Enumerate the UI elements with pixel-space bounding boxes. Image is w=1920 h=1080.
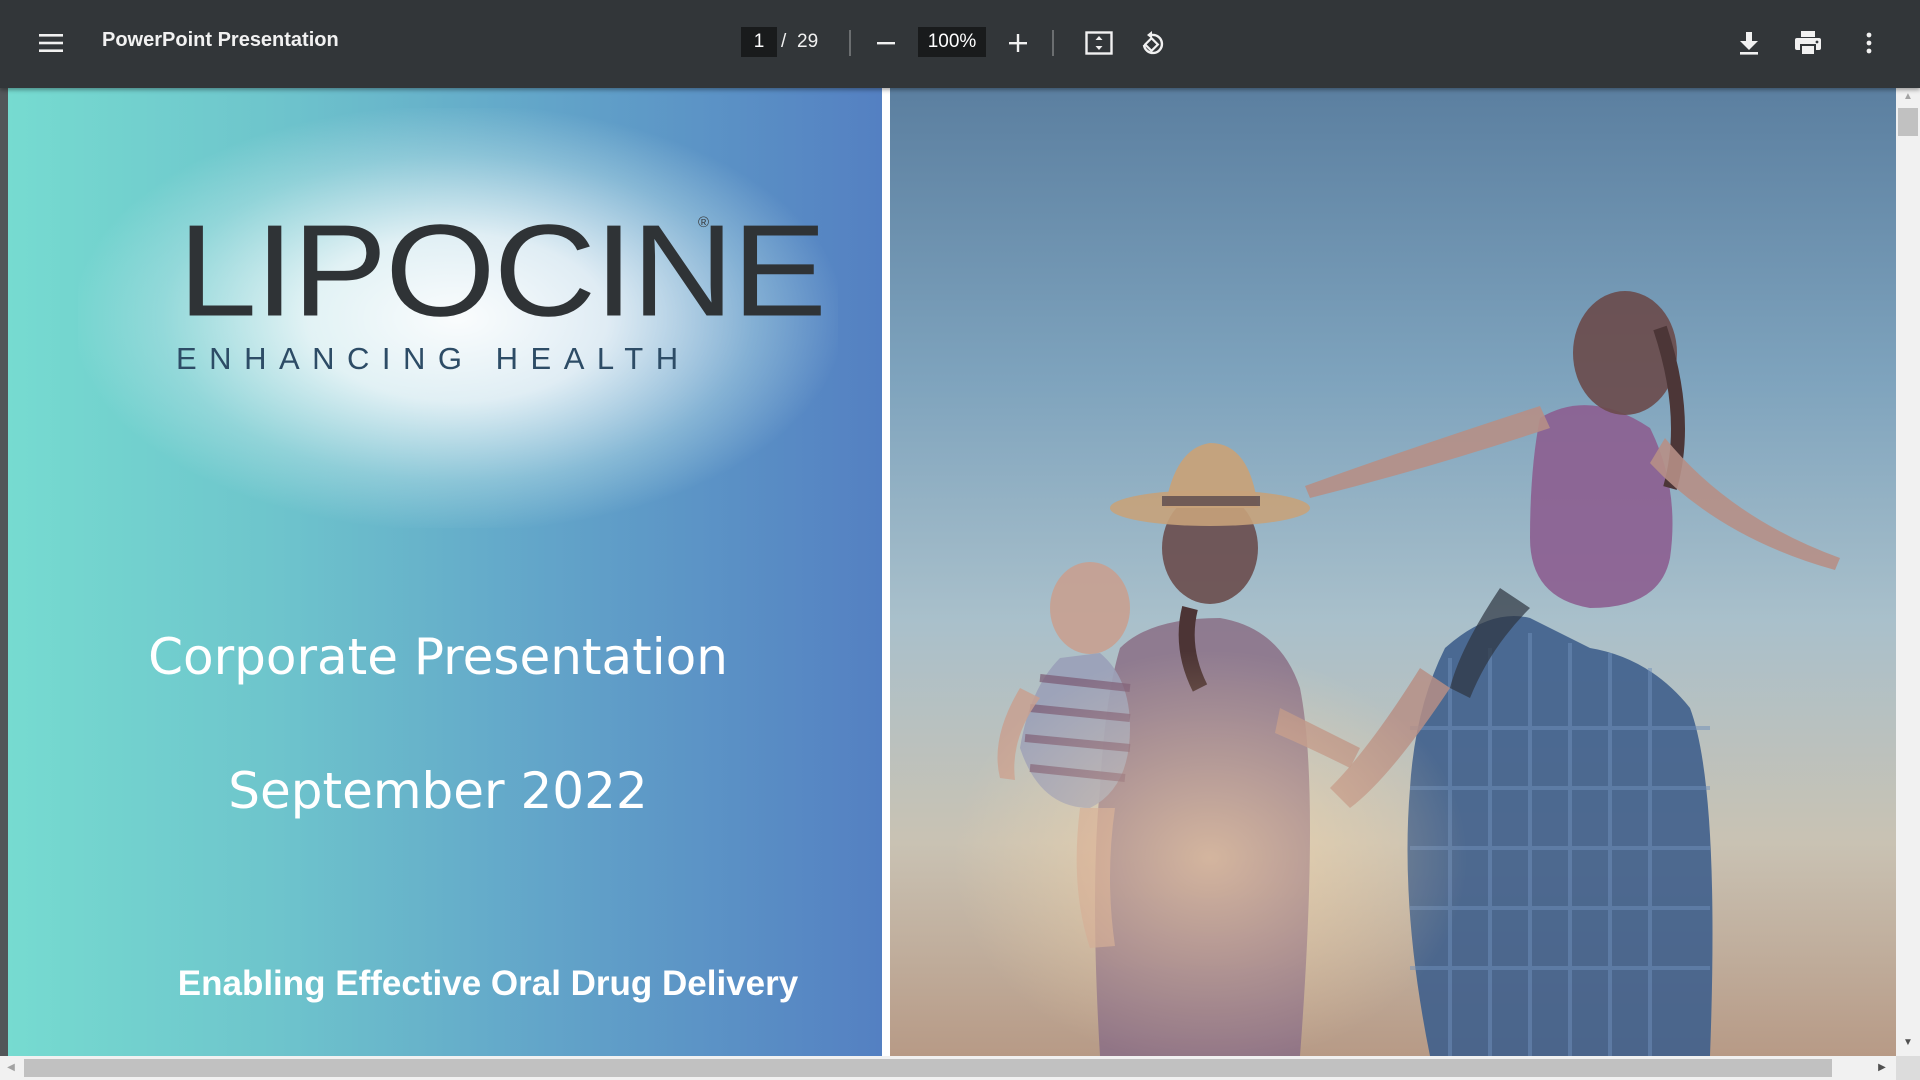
lipocine-logo: LIPOCINE <box>178 197 827 344</box>
print-button[interactable] <box>1787 22 1829 64</box>
page-separator: / <box>781 31 787 52</box>
slide-left-panel: LIPOCINE ® ENHANCING HEALTH Corporate Pr… <box>8 88 882 1056</box>
scroll-corner <box>1896 1056 1920 1080</box>
zoom-level-input[interactable] <box>918 27 986 57</box>
toolbar-divider <box>849 30 851 56</box>
scroll-left-arrow-icon[interactable]: ◀ <box>0 1056 22 1080</box>
fit-to-page-icon <box>1085 31 1113 55</box>
rotate-icon <box>1142 31 1164 55</box>
vertical-scroll-thumb[interactable] <box>1898 108 1918 136</box>
rotate-button[interactable] <box>1131 22 1173 64</box>
horizontal-scroll-thumb[interactable] <box>24 1059 1832 1077</box>
download-button[interactable] <box>1728 22 1770 64</box>
hamburger-menu-icon[interactable] <box>30 22 72 64</box>
toolbar-divider <box>1052 30 1054 56</box>
download-icon <box>1740 32 1758 55</box>
family-silhouette-photo <box>890 88 1896 1056</box>
scroll-right-arrow-icon[interactable]: ▶ <box>1870 1056 1894 1080</box>
zoom-out-button[interactable] <box>866 22 906 64</box>
slide-title: Corporate Presentation <box>148 628 728 686</box>
plus-icon <box>1009 34 1027 52</box>
slide-date: September 2022 <box>228 762 648 820</box>
minus-icon <box>877 42 895 45</box>
document-title: PowerPoint Presentation <box>102 29 339 51</box>
more-vert-icon <box>1866 32 1872 54</box>
zoom-in-button[interactable] <box>998 22 1038 64</box>
registered-mark: ® <box>698 214 710 231</box>
scroll-down-arrow-icon[interactable]: ▼ <box>1896 1032 1920 1054</box>
slide-divider <box>882 88 890 1056</box>
page-number-input[interactable] <box>741 27 777 57</box>
scroll-up-arrow-icon[interactable]: ▲ <box>1896 88 1920 106</box>
slide-tagline: Enabling Effective Oral Drug Delivery <box>177 964 799 1003</box>
print-icon <box>1795 31 1821 56</box>
pdf-viewer[interactable]: LIPOCINE ® ENHANCING HEALTH Corporate Pr… <box>0 88 1896 1056</box>
sunset-glow <box>950 648 1470 1056</box>
pdf-page: LIPOCINE ® ENHANCING HEALTH Corporate Pr… <box>8 88 1896 1056</box>
vertical-scrollbar[interactable] <box>1896 88 1920 1056</box>
pdf-toolbar: PowerPoint Presentation / 29 <box>0 0 1920 88</box>
logo-tagline: ENHANCING HEALTH <box>176 341 691 376</box>
more-actions-button[interactable] <box>1848 22 1890 64</box>
page-total: 29 <box>797 31 819 52</box>
fit-to-page-button[interactable] <box>1078 22 1120 64</box>
